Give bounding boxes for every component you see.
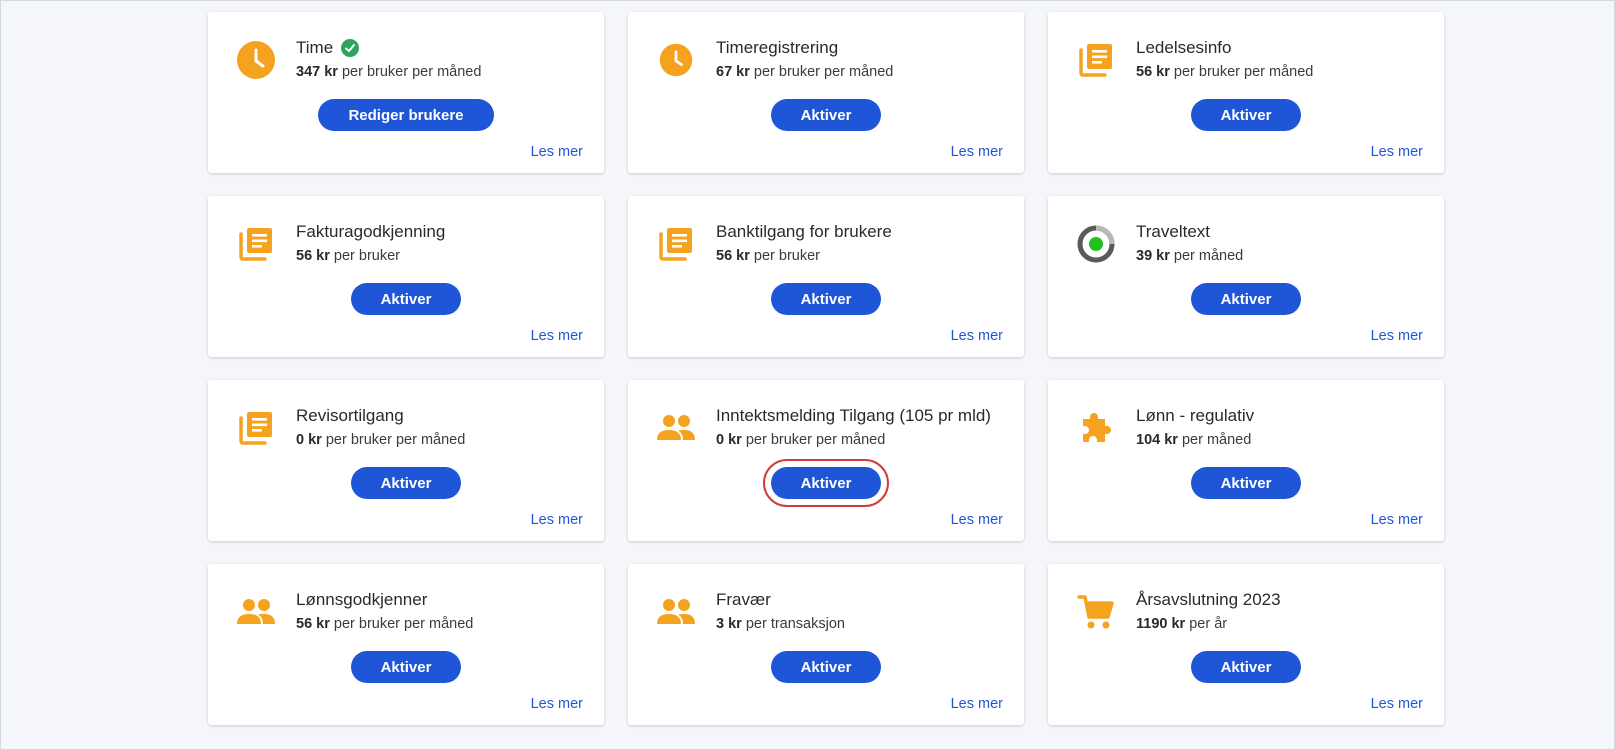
activate-button[interactable]: Aktiver (1190, 467, 1302, 499)
price-suffix: per måned (1169, 248, 1244, 264)
price-amount: 347 kr (296, 64, 338, 80)
price-amount: 56 kr (296, 248, 330, 264)
price-amount: 3 kr (716, 616, 742, 632)
price-suffix: per bruker per måned (741, 432, 886, 448)
product-card-arsavslutning: Årsavslutning 2023 1190 kr per år Aktive… (1048, 564, 1444, 725)
read-more-link[interactable]: Les mer (531, 512, 583, 528)
card-price: 56 kr per bruker per måned (296, 616, 473, 632)
document-stack-icon (656, 224, 696, 264)
product-card-lonn-regulativ: Lønn - regulativ 104 kr per måned Aktive… (1048, 380, 1444, 541)
read-more-link[interactable]: Les mer (1371, 512, 1423, 528)
activate-button[interactable]: Aktiver (350, 467, 462, 499)
product-card-fakturagodkjenning: Fakturagodkjenning 56 kr per bruker Akti… (208, 196, 604, 357)
card-title: Inntektsmelding Tilgang (105 pr mld) (716, 406, 991, 425)
cart-icon (1076, 592, 1116, 632)
product-grid: Time 347 kr per bruker per måned Rediger… (208, 12, 1444, 725)
activate-button[interactable]: Aktiver (770, 283, 882, 315)
activate-button[interactable]: Aktiver (1190, 283, 1302, 315)
price-amount: 104 kr (1136, 432, 1178, 448)
card-title: Traveltext (1136, 222, 1211, 241)
card-title: Timeregistrering (716, 38, 839, 57)
card-price: 56 kr per bruker (716, 248, 820, 264)
activate-button[interactable]: Aktiver (1190, 99, 1302, 131)
card-title: Revisortilgang (296, 406, 404, 425)
card-price: 56 kr per bruker (296, 248, 400, 264)
price-amount: 0 kr (296, 432, 322, 448)
card-price: 56 kr per bruker per måned (1136, 64, 1313, 80)
card-title: Fakturagodkjenning (296, 222, 446, 241)
card-price: 0 kr per bruker per måned (716, 432, 885, 448)
price-suffix: per år (1185, 616, 1228, 632)
activate-button[interactable]: Aktiver (350, 283, 462, 315)
edit-users-button[interactable]: Rediger brukere (318, 99, 494, 131)
card-title: Banktilgang for brukere (716, 222, 892, 241)
product-card-ledelsesinfo: Ledelsesinfo 56 kr per bruker per måned … (1048, 12, 1444, 173)
activate-button[interactable]: Aktiver (762, 459, 890, 507)
price-amount: 67 kr (716, 64, 750, 80)
clock-icon (656, 40, 696, 80)
price-suffix: per bruker per måned (321, 432, 466, 448)
document-stack-icon (1076, 40, 1116, 80)
card-price: 104 kr per måned (1136, 432, 1251, 448)
card-title: Ledelsesinfo (1136, 38, 1232, 57)
traveltext-logo-icon (1076, 224, 1116, 264)
read-more-link[interactable]: Les mer (951, 328, 1003, 344)
product-card-lonnsgodkjenner: Lønnsgodkjenner 56 kr per bruker per mån… (208, 564, 604, 725)
document-stack-icon (236, 224, 276, 264)
read-more-link[interactable]: Les mer (1371, 328, 1423, 344)
price-amount: 56 kr (296, 616, 330, 632)
activate-button[interactable]: Aktiver (1190, 651, 1302, 683)
people-icon (236, 592, 276, 632)
product-card-banktilgang: Banktilgang for brukere 56 kr per bruker… (628, 196, 1024, 357)
price-suffix: per transaksjon (741, 616, 845, 632)
card-price: 39 kr per måned (1136, 248, 1243, 264)
people-icon (656, 408, 696, 448)
read-more-link[interactable]: Les mer (531, 696, 583, 712)
card-price: 1190 kr per år (1136, 616, 1227, 632)
read-more-link[interactable]: Les mer (1371, 696, 1423, 712)
price-amount: 0 kr (716, 432, 742, 448)
puzzle-icon (1076, 408, 1116, 448)
price-suffix: per bruker per måned (337, 64, 482, 80)
price-suffix: per bruker (329, 248, 400, 264)
card-price: 67 kr per bruker per måned (716, 64, 893, 80)
price-amount: 1190 kr (1136, 616, 1186, 632)
price-suffix: per bruker (749, 248, 820, 264)
card-title: Årsavslutning 2023 (1136, 590, 1281, 609)
card-price: 347 kr per bruker per måned (296, 64, 481, 80)
activate-button[interactable]: Aktiver (770, 651, 882, 683)
read-more-link[interactable]: Les mer (531, 328, 583, 344)
price-amount: 39 kr (1136, 248, 1170, 264)
product-card-timeregistrering: Timeregistrering 67 kr per bruker per må… (628, 12, 1024, 173)
product-card-time: Time 347 kr per bruker per måned Rediger… (208, 12, 604, 173)
card-title: Lønn - regulativ (1136, 406, 1255, 425)
product-card-traveltext: Traveltext 39 kr per måned Aktiver Les m… (1048, 196, 1444, 357)
price-suffix: per bruker per måned (329, 616, 474, 632)
people-icon (656, 592, 696, 632)
product-card-revisortilgang: Revisortilgang 0 kr per bruker per måned… (208, 380, 604, 541)
card-price: 3 kr per transaksjon (716, 616, 845, 632)
checkmark-icon (341, 39, 360, 57)
price-suffix: per bruker per måned (1169, 64, 1314, 80)
activate-button[interactable]: Aktiver (770, 99, 882, 131)
price-amount: 56 kr (1136, 64, 1170, 80)
price-suffix: per måned (1177, 432, 1252, 448)
card-title: Lønnsgodkjenner (296, 590, 428, 609)
price-amount: 56 kr (716, 248, 750, 264)
read-more-link[interactable]: Les mer (1371, 144, 1423, 160)
product-card-inntektsmelding: Inntektsmelding Tilgang (105 pr mld) 0 k… (628, 380, 1024, 541)
read-more-link[interactable]: Les mer (951, 512, 1003, 528)
card-price: 0 kr per bruker per måned (296, 432, 465, 448)
activate-button[interactable]: Aktiver (350, 651, 462, 683)
clock-icon (236, 40, 276, 80)
read-more-link[interactable]: Les mer (951, 696, 1003, 712)
price-suffix: per bruker per måned (749, 64, 894, 80)
card-title: Time (296, 38, 334, 57)
read-more-link[interactable]: Les mer (531, 144, 583, 160)
product-card-fravaer: Fravær 3 kr per transaksjon Aktiver Les … (628, 564, 1024, 725)
card-title: Fravær (716, 590, 771, 609)
document-stack-icon (236, 408, 276, 448)
read-more-link[interactable]: Les mer (951, 144, 1003, 160)
